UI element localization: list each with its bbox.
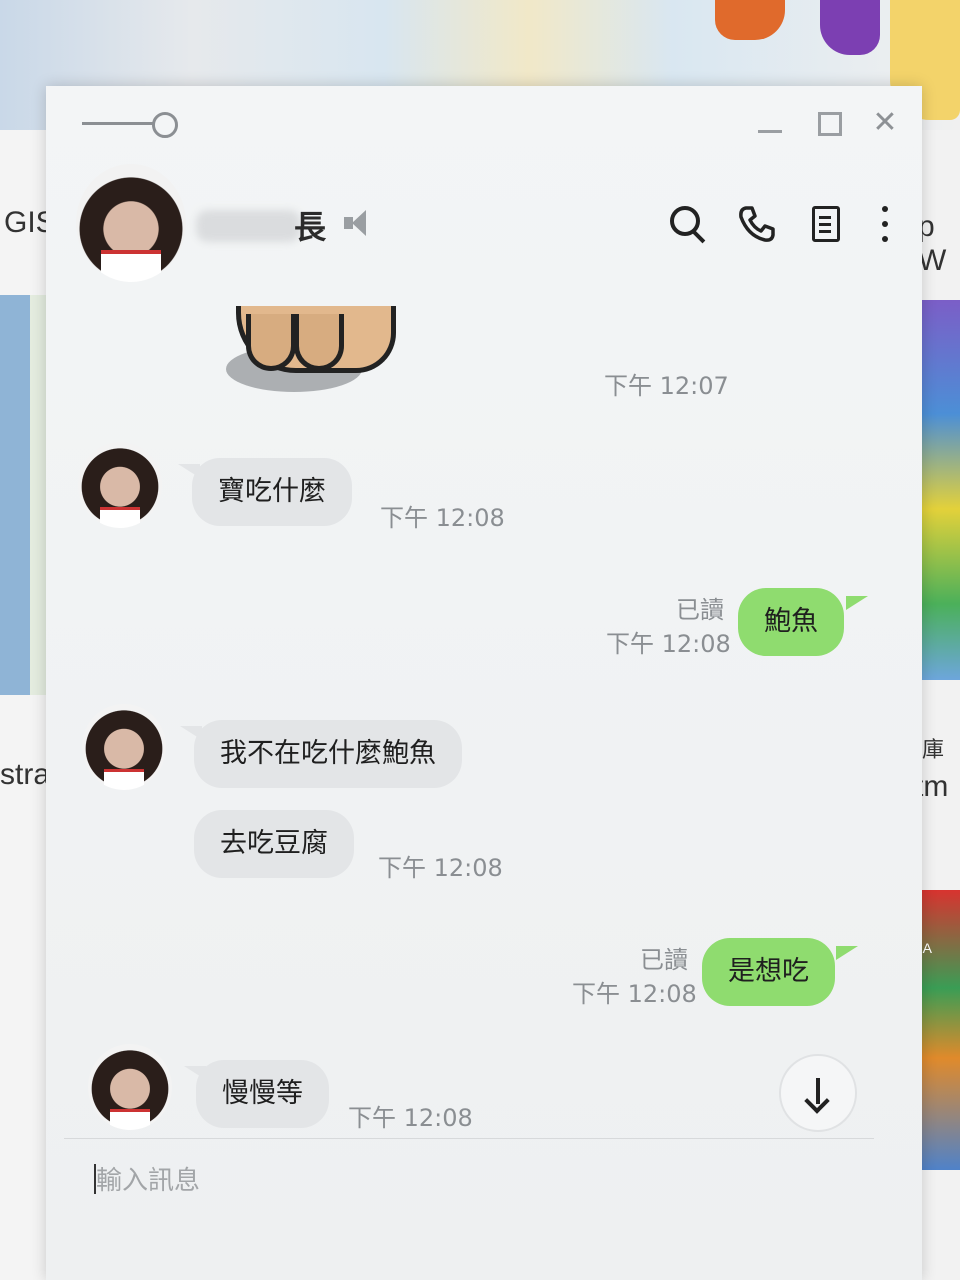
phone-icon[interactable] — [736, 204, 776, 244]
background-map-region — [820, 0, 880, 55]
outgoing-message[interactable]: 是想吃 — [702, 938, 835, 1006]
minimize-button[interactable] — [754, 106, 788, 140]
read-status: 已讀 — [676, 596, 724, 624]
message-input[interactable] — [92, 1158, 838, 1204]
incoming-message[interactable]: 寶吃什麼 — [192, 458, 352, 526]
message-time: 下午 12:08 — [606, 630, 731, 658]
sender-avatar[interactable] — [88, 1044, 172, 1130]
contact-avatar[interactable] — [76, 164, 186, 282]
speaker-icon[interactable] — [344, 210, 372, 238]
more-icon[interactable] — [866, 204, 906, 244]
contact-name[interactable]: 長 — [294, 202, 326, 248]
outgoing-message[interactable]: 鮑魚 — [738, 588, 844, 656]
pin-icon[interactable] — [82, 112, 178, 138]
chat-window: ✕ 長 下午 12:07 寶吃什麼 下午 12:08 已讀 下午 12:08 鮑… — [46, 86, 922, 1280]
note-icon[interactable] — [806, 204, 846, 244]
bubble-tail — [846, 596, 868, 610]
message-time: 下午 12:07 — [604, 372, 729, 400]
contact-name-redacted — [196, 210, 301, 242]
sender-avatar[interactable] — [82, 704, 166, 790]
message-time: 下午 12:08 — [572, 980, 697, 1008]
read-status: 已讀 — [640, 946, 688, 974]
message-input-area[interactable] — [92, 1150, 852, 1210]
incoming-message[interactable]: 我不在吃什麼鮑魚 — [194, 720, 462, 788]
close-button[interactable]: ✕ — [868, 106, 902, 140]
sender-avatar[interactable] — [78, 442, 162, 528]
maximize-button[interactable] — [812, 106, 846, 140]
background-text: p W — [918, 210, 947, 277]
divider — [64, 1138, 874, 1139]
incoming-message[interactable]: 去吃豆腐 — [194, 810, 354, 878]
background-left-map — [0, 295, 30, 695]
sticker-message[interactable] — [226, 306, 396, 396]
scroll-to-bottom-button[interactable] — [779, 1054, 857, 1132]
bubble-tail — [836, 946, 858, 960]
message-time: 下午 12:08 — [378, 854, 503, 882]
message-time: 下午 12:08 — [380, 504, 505, 532]
message-time: 下午 12:08 — [348, 1104, 473, 1132]
search-icon[interactable] — [668, 204, 708, 244]
incoming-message[interactable]: 慢慢等 — [196, 1060, 329, 1128]
